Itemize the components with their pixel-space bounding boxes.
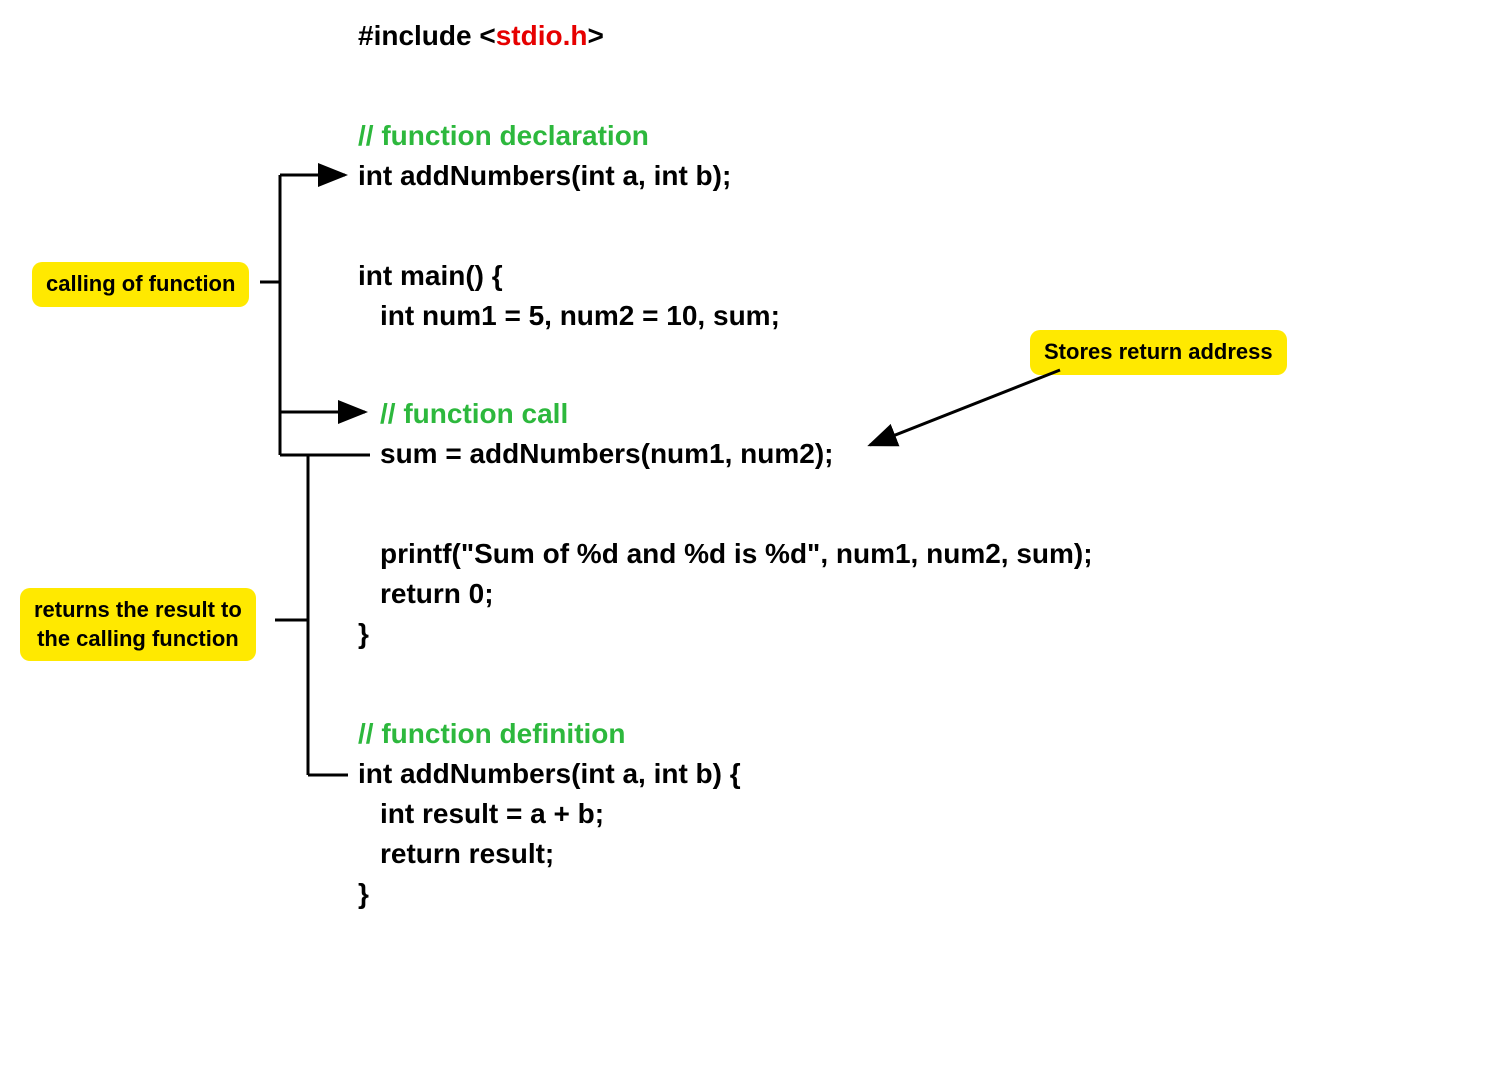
include-line: #include <stdio.h>: [358, 20, 604, 52]
definition-body-2: return result;: [380, 838, 554, 870]
printf-line: printf("Sum of %d and %d is %d", num1, n…: [380, 538, 1093, 570]
tag-returns-line1: returns the result to: [34, 597, 242, 622]
declaration-line: int addNumbers(int a, int b);: [358, 160, 731, 192]
return0-line: return 0;: [380, 578, 494, 610]
definition-signature: int addNumbers(int a, int b) {: [358, 758, 741, 790]
call-line: sum = addNumbers(num1, num2);: [380, 438, 834, 470]
arrows-overlay: [0, 0, 1512, 1067]
tag-calling-of-function: calling of function: [32, 262, 249, 307]
main-signature: int main() {: [358, 260, 503, 292]
comment-declaration: // function declaration: [358, 120, 649, 152]
main-close: }: [358, 618, 369, 650]
main-vars: int num1 = 5, num2 = 10, sum;: [380, 300, 780, 332]
calling-bracket: [260, 175, 370, 455]
comment-definition: // function definition: [358, 718, 626, 750]
diagram-canvas: #include <stdio.h> // function declarati…: [0, 0, 1512, 1067]
returns-bracket: [275, 455, 370, 775]
definition-close: }: [358, 878, 369, 910]
stores-arrow: [870, 370, 1060, 445]
include-lib: stdio.h: [496, 20, 588, 51]
tag-returns-line2: the calling function: [37, 626, 239, 651]
include-pre: #include <: [358, 20, 496, 51]
definition-body-1: int result = a + b;: [380, 798, 604, 830]
tag-returns-result: returns the result to the calling functi…: [20, 588, 256, 661]
include-post: >: [587, 20, 603, 51]
tag-stores-return-address: Stores return address: [1030, 330, 1287, 375]
comment-call: // function call: [380, 398, 568, 430]
